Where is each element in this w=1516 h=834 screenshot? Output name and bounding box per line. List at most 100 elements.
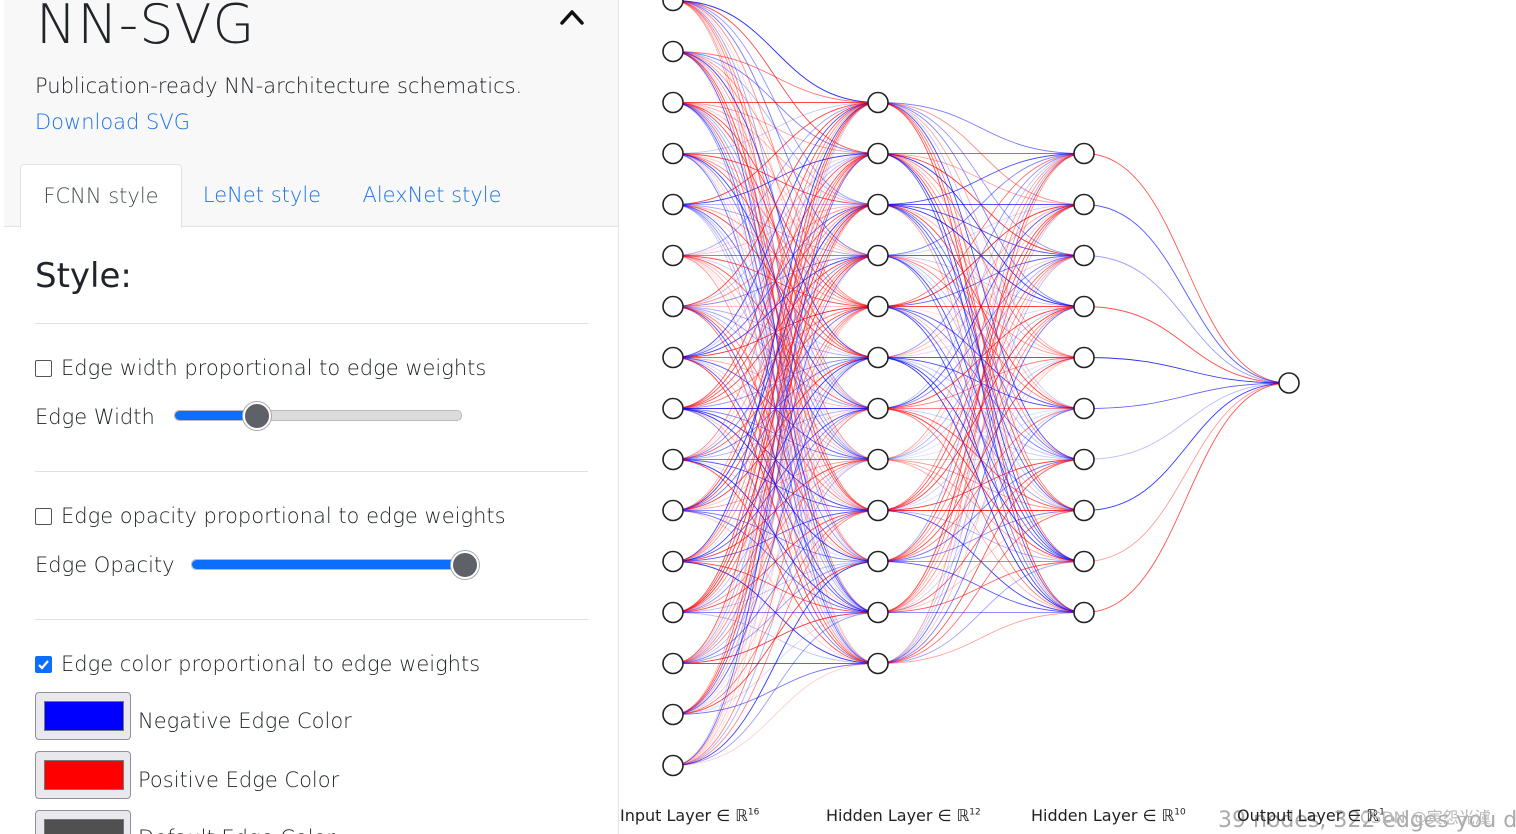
node (867, 91, 889, 114)
edge (1083, 382, 1290, 460)
layer-label-hidden-1: Hidden Layer ∈ ℝ12 (826, 806, 981, 825)
app-title: NN-SVG (36, 0, 256, 56)
edge (1083, 357, 1290, 384)
positive-color-swatch (44, 760, 124, 790)
edge-opacity-checkbox-row[interactable]: Edge opacity proportional to edge weight… (35, 504, 506, 528)
edge (1083, 382, 1290, 562)
node (867, 652, 889, 675)
edge-opacity-label: Edge Opacity (35, 553, 175, 577)
node (1073, 295, 1095, 318)
edge-color-checkbox[interactable] (35, 655, 52, 673)
edge (1083, 382, 1290, 511)
node (867, 397, 889, 420)
node (1073, 397, 1095, 420)
node (1073, 346, 1095, 369)
divider (35, 471, 588, 472)
node (662, 499, 684, 522)
node (1073, 244, 1095, 267)
layer-label-input: Input Layer ∈ ℝ16 (620, 806, 760, 825)
node (867, 193, 889, 216)
node (1073, 550, 1095, 573)
tab-fcnn-style[interactable]: FCNN style (20, 164, 182, 228)
edge (672, 663, 879, 766)
node (1073, 499, 1095, 522)
edge (672, 102, 879, 766)
node (867, 601, 889, 624)
positive-color-picker[interactable] (35, 751, 131, 799)
node (662, 397, 684, 420)
edge-color-checkbox-label: Edge color proportional to edge weights (61, 652, 481, 676)
node (867, 346, 889, 369)
nodes-group (662, 0, 1300, 777)
node (662, 0, 684, 12)
node (867, 295, 889, 318)
edge-opacity-slider-thumb[interactable] (451, 551, 479, 579)
node (662, 346, 684, 369)
node (662, 703, 684, 726)
app-description: Publication-ready NN-architecture schema… (35, 74, 523, 98)
node (662, 295, 684, 318)
sidebar-header: NN-SVG Publication-ready NN-architecture… (4, 0, 618, 228)
node (662, 142, 684, 165)
sidebar: NN-SVG Publication-ready NN-architecture… (4, 0, 619, 834)
edge-opacity-checkbox[interactable] (35, 507, 52, 525)
edge (877, 153, 1085, 409)
checkmark-icon (38, 659, 49, 670)
node (1073, 448, 1095, 471)
negative-color-label: Negative Edge Color (138, 709, 352, 733)
tab-alexnet-style[interactable]: AlexNet style (362, 164, 502, 226)
edge-width-slider-thumb[interactable] (243, 402, 272, 430)
negative-color-picker[interactable] (35, 692, 131, 740)
edge (672, 0, 879, 103)
edge (877, 306, 1085, 664)
edge-opacity-slider[interactable] (191, 551, 479, 579)
node (867, 142, 889, 165)
default-color-swatch (44, 819, 124, 834)
collapse-button[interactable] (552, 0, 592, 36)
edge-opacity-slider-fill (192, 560, 463, 569)
node (662, 448, 684, 471)
node (867, 550, 889, 573)
node (662, 652, 684, 675)
network-diagram (662, 0, 1300, 777)
default-color-label: Default Edge Color (138, 826, 335, 834)
edge (877, 153, 1085, 613)
default-color-picker[interactable] (35, 810, 131, 834)
edge-width-label: Edge Width (35, 405, 155, 429)
node (662, 91, 684, 114)
edges-group (672, 0, 1290, 766)
node (662, 40, 684, 63)
tab-lenet-style[interactable]: LeNet style (202, 164, 322, 226)
edge (1083, 382, 1290, 409)
node (662, 193, 684, 216)
edge-width-slider[interactable] (174, 402, 462, 430)
edge (877, 153, 1085, 307)
node (1073, 142, 1095, 165)
edge-width-checkbox-row[interactable]: Edge width proportional to edge weights (35, 356, 486, 380)
edge (1083, 153, 1290, 384)
node (1073, 193, 1095, 216)
node (867, 448, 889, 471)
edge-color-checkbox-row[interactable]: Edge color proportional to edge weights (35, 652, 480, 676)
positive-color-label: Positive Edge Color (138, 768, 340, 792)
download-svg-link[interactable]: Download SVG (35, 110, 190, 134)
edge (1083, 306, 1290, 384)
edge (1083, 382, 1290, 613)
edge (1083, 204, 1290, 384)
edge (672, 102, 879, 664)
node (1278, 372, 1300, 394)
edge-opacity-checkbox-label: Edge opacity proportional to edge weight… (61, 504, 506, 528)
node (867, 244, 889, 267)
edge (877, 153, 1085, 511)
watermark: CSDN @寅怨光澞 (1360, 808, 1491, 827)
edge-width-checkbox[interactable] (35, 359, 52, 377)
edge (1083, 255, 1290, 384)
node (662, 601, 684, 624)
edge (672, 204, 879, 766)
node (867, 499, 889, 522)
style-heading: Style: (35, 256, 132, 296)
divider (35, 323, 588, 324)
layer-label-hidden-2: Hidden Layer ∈ ℝ10 (1031, 806, 1186, 825)
divider (35, 619, 588, 620)
chevron-up-icon (560, 10, 584, 25)
